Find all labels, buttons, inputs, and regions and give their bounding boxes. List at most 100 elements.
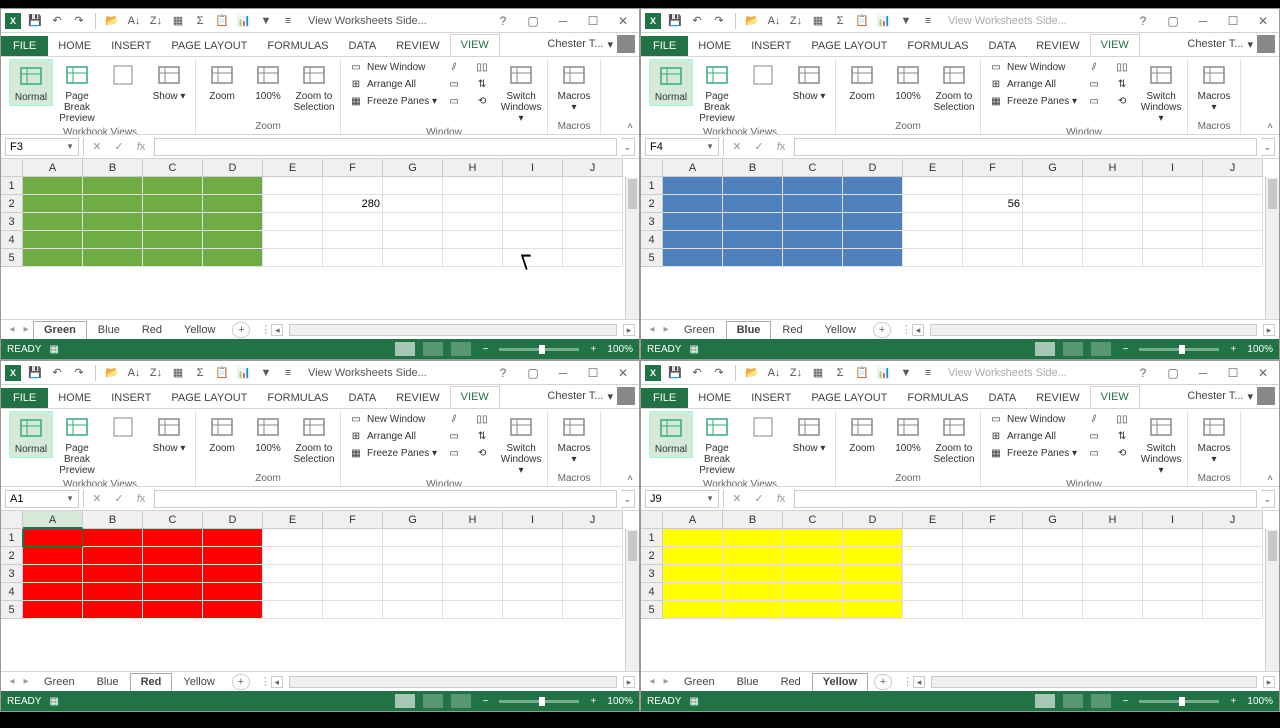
view-side-by-side-button[interactable]: ▯▯ — [471, 59, 497, 75]
column-header[interactable]: D — [203, 511, 263, 529]
cell[interactable] — [903, 231, 963, 249]
fx-icon[interactable]: fx — [772, 141, 790, 153]
cell[interactable] — [203, 231, 263, 249]
sort-desc-icon[interactable]: Z↓ — [148, 13, 164, 29]
cell[interactable] — [723, 547, 783, 565]
cell[interactable] — [783, 249, 843, 267]
ribbon-display-icon[interactable]: ▢ — [1161, 11, 1185, 31]
cell[interactable] — [1203, 195, 1263, 213]
pivot-icon[interactable]: ▦ — [810, 13, 826, 29]
enter-icon[interactable]: ✓ — [750, 492, 768, 505]
cell[interactable] — [503, 583, 563, 601]
cell[interactable] — [263, 601, 323, 619]
tab-view[interactable]: VIEW — [450, 34, 500, 56]
reset-position-button[interactable]: ⟲ — [471, 93, 497, 109]
tab-nav-prev-icon[interactable]: ◂ — [5, 324, 19, 335]
cell[interactable] — [963, 565, 1023, 583]
tab-data[interactable]: DATA — [979, 36, 1027, 56]
cell[interactable] — [963, 177, 1023, 195]
cell[interactable] — [843, 565, 903, 583]
tab-formulas[interactable]: FORMULAS — [897, 36, 978, 56]
cell[interactable] — [323, 547, 383, 565]
cell[interactable] — [1023, 601, 1083, 619]
cell[interactable] — [963, 583, 1023, 601]
open-icon[interactable]: 📂 — [744, 365, 760, 381]
name-box[interactable]: F3▼ — [5, 138, 79, 156]
hide-button[interactable]: ▭ — [1083, 76, 1109, 92]
column-header[interactable]: E — [903, 159, 963, 177]
zoom-button[interactable]: Zoom — [200, 59, 244, 104]
row-header[interactable]: 2 — [1, 195, 23, 213]
cancel-icon[interactable]: ✕ — [728, 492, 746, 505]
cell[interactable] — [503, 249, 563, 267]
page-layout-view-icon[interactable] — [1063, 342, 1083, 356]
tab-page-layout[interactable]: PAGE LAYOUT — [161, 388, 257, 408]
sheet-tab-yellow[interactable]: Yellow — [172, 673, 225, 691]
switch-windows-button[interactable]: Switch Windows ▾ — [499, 411, 543, 478]
hscroll-right-icon[interactable]: ▸ — [1263, 324, 1275, 336]
enter-icon[interactable]: ✓ — [110, 492, 128, 505]
cell[interactable] — [1083, 565, 1143, 583]
cell[interactable] — [783, 583, 843, 601]
tab-page-layout[interactable]: PAGE LAYOUT — [161, 36, 257, 56]
cell[interactable] — [83, 213, 143, 231]
chevron-down-icon[interactable]: ▼ — [706, 494, 714, 503]
cell[interactable] — [383, 177, 443, 195]
cell[interactable] — [263, 195, 323, 213]
split-button[interactable]: ⫽ — [1083, 411, 1109, 427]
cell[interactable] — [783, 177, 843, 195]
cell[interactable] — [503, 547, 563, 565]
cell[interactable] — [83, 529, 143, 547]
unhide-button[interactable]: ▭ — [1083, 445, 1109, 461]
enter-icon[interactable]: ✓ — [110, 140, 128, 153]
reset-position-button[interactable]: ⟲ — [1111, 445, 1137, 461]
normal-view-icon[interactable] — [395, 694, 415, 708]
cell[interactable] — [563, 213, 623, 231]
cell[interactable] — [563, 601, 623, 619]
zoom-level[interactable]: 100% — [1247, 696, 1273, 707]
normal-view-button[interactable]: Normal — [649, 59, 693, 106]
sync-scroll-button[interactable]: ⇅ — [1111, 76, 1137, 92]
minimize-icon[interactable]: ─ — [1191, 363, 1215, 383]
name-box[interactable]: J9▼ — [645, 490, 719, 508]
cell[interactable] — [443, 231, 503, 249]
show-button[interactable]: Show ▾ — [787, 59, 831, 104]
cell[interactable] — [663, 249, 723, 267]
macro-record-icon[interactable]: ▦ — [49, 344, 58, 355]
cell[interactable] — [503, 565, 563, 583]
show-button[interactable]: Show ▾ — [787, 411, 831, 456]
cell[interactable] — [963, 601, 1023, 619]
cell[interactable] — [1143, 601, 1203, 619]
cell[interactable] — [143, 601, 203, 619]
undo-icon[interactable]: ↶ — [689, 13, 705, 29]
cell[interactable] — [843, 547, 903, 565]
cell[interactable] — [263, 231, 323, 249]
tab-nav-prev-icon[interactable]: ◂ — [645, 676, 659, 687]
cell[interactable] — [23, 601, 83, 619]
sort-asc-icon[interactable]: A↓ — [126, 13, 142, 29]
tab-formulas[interactable]: FORMULAS — [257, 388, 338, 408]
save-icon[interactable]: 💾 — [667, 13, 683, 29]
cell[interactable] — [1203, 231, 1263, 249]
ribbon-display-icon[interactable]: ▢ — [521, 363, 545, 383]
column-header[interactable]: B — [723, 159, 783, 177]
column-header[interactable]: D — [203, 159, 263, 177]
chart-icon[interactable]: 📊 — [236, 365, 252, 381]
tab-file[interactable]: FILE — [641, 36, 688, 56]
cell[interactable] — [843, 177, 903, 195]
cell[interactable] — [323, 601, 383, 619]
cell[interactable] — [903, 177, 963, 195]
cell[interactable] — [1023, 583, 1083, 601]
switch-windows-button[interactable]: Switch Windows ▾ — [499, 59, 543, 126]
normal-view-button[interactable]: Normal — [9, 411, 53, 458]
switch-windows-button[interactable]: Switch Windows ▾ — [1139, 411, 1183, 478]
formula-input[interactable] — [154, 138, 617, 156]
cell[interactable] — [843, 583, 903, 601]
collapse-ribbon-icon[interactable]: ˄ — [1267, 121, 1273, 132]
cell[interactable] — [963, 547, 1023, 565]
cell[interactable] — [1143, 231, 1203, 249]
cell[interactable] — [843, 601, 903, 619]
zoom-in-icon[interactable]: + — [1227, 344, 1239, 355]
chevron-down-icon[interactable]: ▼ — [66, 494, 74, 503]
zoom-slider[interactable] — [1139, 700, 1219, 703]
